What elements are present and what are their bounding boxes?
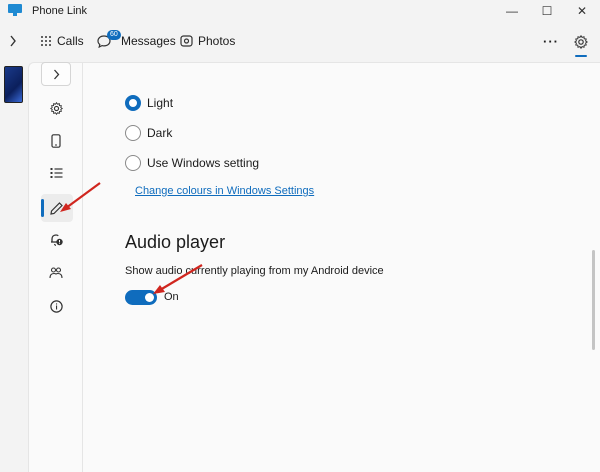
info-icon bbox=[49, 299, 63, 313]
gear-icon bbox=[573, 34, 589, 50]
light-radio[interactable] bbox=[125, 95, 141, 111]
phone-link-app-icon bbox=[8, 4, 22, 16]
settings-button[interactable] bbox=[571, 32, 591, 56]
audio-player-heading: Audio player bbox=[125, 232, 226, 252]
chevron-right-icon bbox=[10, 35, 16, 47]
rail-item-about[interactable] bbox=[44, 294, 68, 318]
tab-photos-label: Photos bbox=[198, 34, 236, 48]
people-icon bbox=[49, 266, 63, 278]
photos-icon bbox=[180, 35, 193, 47]
windows-setting-label: Use Windows setting bbox=[147, 156, 260, 170]
tab-messages-label: Messages bbox=[121, 34, 176, 48]
scroll-thumb[interactable] bbox=[592, 250, 595, 350]
change-colours-link[interactable]: Change colours in Windows Settings bbox=[135, 185, 314, 197]
tab-calls[interactable]: Calls bbox=[40, 34, 84, 48]
rail-item-notifications[interactable] bbox=[44, 228, 68, 252]
theme-option-windows[interactable]: Use Windows setting bbox=[125, 155, 259, 171]
toggle-knob bbox=[145, 293, 154, 302]
phone-icon bbox=[51, 134, 61, 148]
rail-item-features[interactable] bbox=[44, 161, 68, 185]
theme-option-dark[interactable]: Dark bbox=[125, 125, 172, 141]
gear-icon bbox=[49, 101, 63, 115]
rail-item-devices[interactable] bbox=[44, 129, 68, 153]
minimize-button[interactable]: — bbox=[496, 0, 528, 22]
bell-alert-icon bbox=[51, 234, 63, 246]
list-icon bbox=[50, 168, 62, 178]
expand-device-pane-button[interactable] bbox=[4, 30, 22, 52]
tab-messages[interactable]: 60 Messages bbox=[97, 29, 176, 48]
windows-setting-radio[interactable] bbox=[125, 155, 141, 171]
tab-calls-label: Calls bbox=[57, 34, 84, 48]
dialpad-icon bbox=[41, 36, 51, 46]
settings-active-indicator bbox=[575, 55, 587, 57]
dark-label: Dark bbox=[147, 126, 173, 140]
audio-player-toggle-label: On bbox=[164, 291, 179, 303]
top-nav: Calls 60 Messages Photos ··· bbox=[0, 22, 600, 62]
theme-option-light[interactable]: Light bbox=[125, 95, 173, 111]
maximize-button[interactable]: ☐ bbox=[531, 0, 563, 22]
rail-item-personalisation[interactable] bbox=[44, 196, 68, 220]
more-options-button[interactable]: ··· bbox=[543, 34, 559, 49]
rail-expand-button[interactable] bbox=[41, 62, 71, 86]
close-button[interactable]: ✕ bbox=[566, 0, 598, 22]
tab-photos[interactable]: Photos bbox=[180, 34, 235, 48]
audio-player-description: Show audio currently playing from my And… bbox=[125, 265, 384, 277]
chevron-right-icon bbox=[53, 69, 59, 79]
messages-badge: 60 bbox=[107, 29, 121, 40]
window-title: Phone Link bbox=[32, 5, 88, 17]
rail-item-general[interactable] bbox=[44, 96, 68, 120]
pen-icon bbox=[49, 201, 63, 215]
dark-radio[interactable] bbox=[125, 125, 141, 141]
title-bar: Phone Link — ☐ ✕ bbox=[0, 0, 600, 22]
rail-item-accessibility[interactable] bbox=[44, 260, 68, 284]
light-label: Light bbox=[147, 96, 174, 110]
phone-thumbnail[interactable] bbox=[4, 66, 23, 103]
